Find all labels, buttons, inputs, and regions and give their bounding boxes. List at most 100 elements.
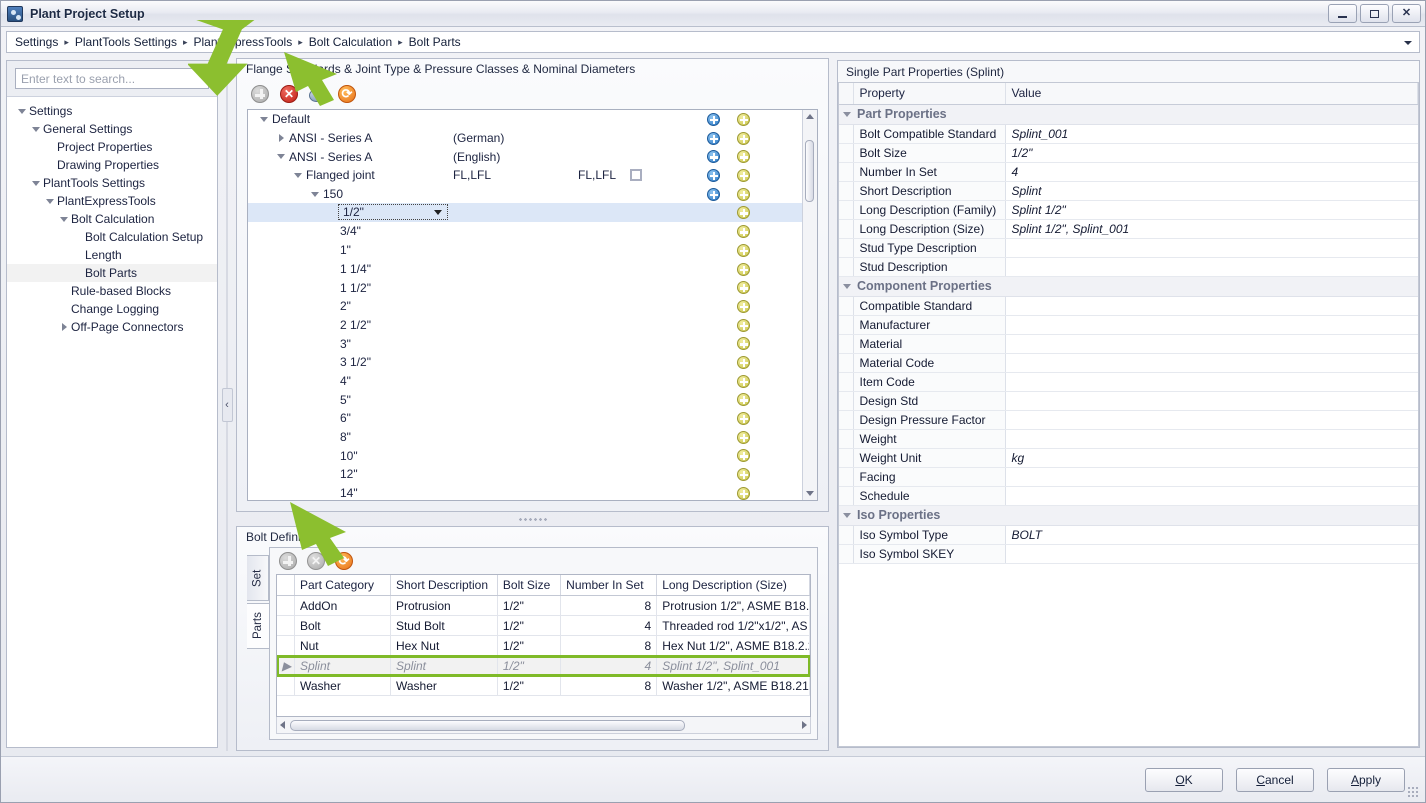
flange-tree-row[interactable]: ANSI - Series A (German) xyxy=(248,129,802,148)
maximize-button[interactable] xyxy=(1360,4,1389,23)
cell-part-category[interactable]: Bolt xyxy=(294,615,391,636)
property-row[interactable]: Stud Description xyxy=(839,257,1418,277)
cell-part-category[interactable]: Splint xyxy=(294,655,391,676)
cell-bolt-size[interactable]: 1/2" xyxy=(497,635,562,656)
sidebar-item-planttools-settings[interactable]: PlantTools Settings xyxy=(7,174,217,192)
add-yellow-plus-icon[interactable] xyxy=(737,113,750,126)
parts-grid[interactable]: Part Category Short Description Bolt Size N… xyxy=(276,574,811,717)
group-twisty[interactable] xyxy=(839,104,853,125)
refresh-parts-icon[interactable]: ⟳ xyxy=(335,552,353,570)
sidebar-item-drawing-properties[interactable]: Drawing Properties xyxy=(7,156,217,174)
property-value[interactable]: kg xyxy=(1005,448,1418,468)
flange-tree-row[interactable]: 10" xyxy=(248,446,802,465)
flange-tree-row[interactable]: 6" xyxy=(248,409,802,428)
add-blue-plus-icon[interactable] xyxy=(707,113,720,126)
cell-part-category[interactable]: AddOn xyxy=(294,595,391,616)
property-value[interactable] xyxy=(1005,238,1418,258)
cell-short-description[interactable]: Stud Bolt xyxy=(390,615,498,636)
breadcrumb-item-2[interactable]: PlantExpressTools xyxy=(189,35,296,49)
add-yellow-plus-icon[interactable] xyxy=(737,449,750,463)
breadcrumb-item-1[interactable]: PlantTools Settings xyxy=(71,35,181,49)
search-input[interactable] xyxy=(15,68,209,89)
flange-tree-row[interactable]: ANSI - Series A (English) xyxy=(248,147,802,166)
cell-long-description[interactable]: Washer 1/2", ASME B18.21. xyxy=(656,675,810,696)
property-row[interactable]: Iso Symbol Type BOLT xyxy=(839,525,1418,545)
property-value[interactable] xyxy=(1005,429,1418,449)
property-value[interactable]: Splint xyxy=(1005,181,1418,201)
flange-tree-row[interactable]: 2" xyxy=(248,297,802,316)
chevron-down-icon[interactable] xyxy=(57,216,71,222)
parts-column-header[interactable]: Bolt Size xyxy=(497,575,562,596)
sidebar-item-off-page-connectors[interactable]: Off-Page Connectors xyxy=(7,318,217,336)
sidebar-item-general-settings[interactable]: General Settings xyxy=(7,120,217,138)
cell-short-description[interactable]: Splint xyxy=(390,655,498,676)
cell-long-description[interactable]: Protrusion 1/2", ASME B18.2 xyxy=(656,595,810,616)
delete-part-icon[interactable]: ✕ xyxy=(307,552,325,570)
add-yellow-plus-icon[interactable] xyxy=(737,243,750,257)
sidebar-splitter[interactable]: ‹ xyxy=(218,58,236,751)
cell-number-in-set[interactable]: 8 xyxy=(560,595,658,616)
table-row[interactable]: Nut Hex Nut 1/2" 8 Hex Nut 1/2", ASME B18.2.… xyxy=(277,635,810,656)
scroll-thumb[interactable] xyxy=(805,140,814,202)
parts-column-header[interactable]: Number In Set xyxy=(560,575,658,596)
property-group-header[interactable]: Component Properties xyxy=(839,276,1418,297)
add-yellow-plus-icon[interactable] xyxy=(737,412,750,425)
property-row[interactable]: Bolt Size 1/2" xyxy=(839,143,1418,163)
property-row[interactable]: Long Description (Family) Splint 1/2" xyxy=(839,200,1418,220)
add-part-icon[interactable] xyxy=(279,552,297,570)
add-yellow-plus-icon[interactable] xyxy=(737,225,750,239)
add-yellow-plus-icon[interactable] xyxy=(737,486,750,500)
cell-bolt-size[interactable]: 1/2" xyxy=(497,595,562,616)
cell-part-category[interactable]: Washer xyxy=(294,675,391,696)
cell-bolt-size[interactable]: 1/2" xyxy=(497,675,562,696)
property-value[interactable]: Splint 1/2", Splint_001 xyxy=(1005,219,1418,239)
parts-column-header[interactable]: Short Description xyxy=(390,575,498,596)
minimize-button[interactable] xyxy=(1328,4,1357,23)
sidebar-item-change-logging[interactable]: Change Logging xyxy=(7,300,217,318)
property-value[interactable] xyxy=(1005,486,1418,506)
flange-tree-row[interactable]: Flanged joint FL,LFL FL,LFL xyxy=(248,166,802,185)
property-row[interactable]: Material xyxy=(839,334,1418,354)
cell-number-in-set[interactable]: 8 xyxy=(560,675,658,696)
row-checkbox[interactable] xyxy=(630,169,642,182)
add-yellow-plus-icon[interactable] xyxy=(737,318,750,332)
property-value[interactable] xyxy=(1005,334,1418,354)
flange-tree-row[interactable]: 3 1/2" xyxy=(248,353,802,372)
horizontal-splitter[interactable] xyxy=(236,512,829,526)
group-twisty[interactable] xyxy=(839,505,853,526)
property-row[interactable]: Iso Symbol SKEY xyxy=(839,544,1418,564)
property-row[interactable]: Design Std xyxy=(839,391,1418,411)
chevron-right-icon[interactable] xyxy=(57,323,71,331)
properties-grid[interactable]: Property Value Part Properties Bolt Compat… xyxy=(838,82,1419,747)
property-group-header[interactable]: Part Properties xyxy=(839,104,1418,125)
ok-button[interactable]: OK xyxy=(1145,767,1223,792)
flange-tree-row[interactable]: 1/2" xyxy=(248,203,802,223)
property-value[interactable] xyxy=(1005,372,1418,392)
preview-eye-icon[interactable] xyxy=(309,89,327,102)
hscroll-track[interactable] xyxy=(290,719,797,731)
delete-icon[interactable]: ✕ xyxy=(280,85,298,103)
property-value[interactable] xyxy=(1005,296,1418,316)
properties-column-header[interactable]: Property xyxy=(853,83,1006,105)
property-row[interactable]: Material Code xyxy=(839,353,1418,373)
add-blue-plus-icon[interactable] xyxy=(707,169,720,183)
property-value[interactable] xyxy=(1005,353,1418,373)
sidebar-item-bolt-calculation[interactable]: Bolt Calculation xyxy=(7,210,217,228)
property-row[interactable]: Weight Unit kg xyxy=(839,448,1418,468)
close-button[interactable]: ✕ xyxy=(1392,4,1421,23)
property-row[interactable]: Number In Set 4 xyxy=(839,162,1418,182)
flange-tree-row[interactable]: 5" xyxy=(248,390,802,409)
chevron-right-icon[interactable] xyxy=(273,134,289,143)
property-row[interactable]: Facing xyxy=(839,467,1418,487)
property-row[interactable]: Design Pressure Factor xyxy=(839,410,1418,430)
table-row[interactable]: Bolt Stud Bolt 1/2" 4 Threaded rod 1/2"x1/2"… xyxy=(277,615,810,636)
flange-vertical-scrollbar[interactable] xyxy=(802,110,817,500)
add-yellow-plus-icon[interactable] xyxy=(737,187,750,201)
property-value[interactable] xyxy=(1005,410,1418,430)
sidebar-item-bolt-parts[interactable]: Bolt Parts xyxy=(7,264,217,282)
scroll-left-icon[interactable] xyxy=(280,721,285,729)
cell-bolt-size[interactable]: 1/2" xyxy=(497,615,562,636)
add-yellow-plus-icon[interactable] xyxy=(737,374,750,388)
cell-short-description[interactable]: Protrusion xyxy=(390,595,498,616)
property-row[interactable]: Long Description (Size) Splint 1/2", Spli… xyxy=(839,219,1418,239)
